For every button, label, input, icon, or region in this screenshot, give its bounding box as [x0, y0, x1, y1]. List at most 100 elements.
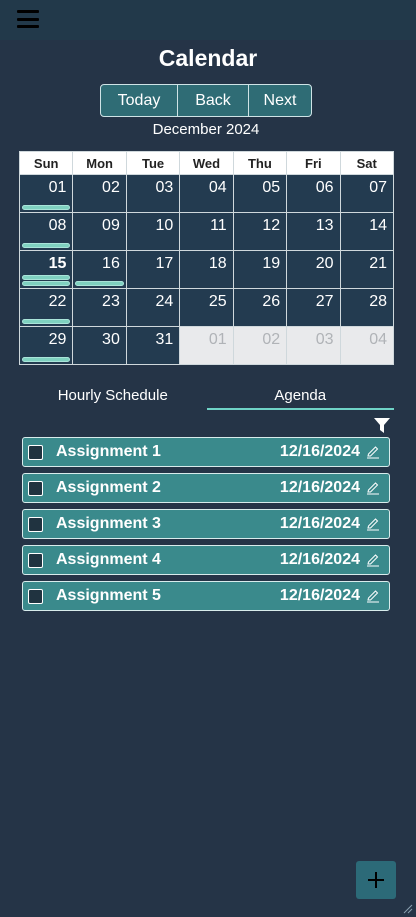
agenda-item[interactable]: Assignment 4 12/16/2024: [22, 545, 390, 575]
add-button[interactable]: [356, 861, 396, 899]
day-number: 04: [369, 331, 387, 348]
day-number: 03: [155, 179, 174, 196]
pencil-icon[interactable]: [366, 517, 380, 531]
calendar-day[interactable]: 09: [72, 212, 127, 251]
day-number: 10: [155, 217, 174, 234]
view-tabs: Hourly Schedule Agenda: [19, 383, 394, 410]
calendar-day[interactable]: 11: [179, 212, 234, 251]
calendar-day[interactable]: 14: [339, 212, 395, 251]
filter-icon[interactable]: [374, 418, 390, 434]
event-indicator[interactable]: [22, 205, 71, 210]
assignment-checkbox[interactable]: [28, 480, 43, 496]
event-indicator[interactable]: [22, 357, 71, 362]
calendar-day[interactable]: 02: [72, 174, 127, 213]
calendar-day[interactable]: 27: [286, 288, 341, 327]
assignment-checkbox[interactable]: [28, 516, 43, 532]
calendar-week: 29 30 31 01 02 03 04: [18, 326, 395, 365]
day-number: 07: [369, 179, 387, 196]
calendar-day-other-month[interactable]: 03: [286, 326, 341, 365]
day-number: 05: [262, 179, 281, 196]
day-number: 24: [155, 293, 174, 310]
calendar-day[interactable]: 23: [72, 288, 127, 327]
day-number: 20: [315, 255, 334, 272]
assignment-checkbox[interactable]: [28, 552, 43, 568]
calendar-day[interactable]: 20: [286, 250, 341, 289]
calendar-day[interactable]: 26: [232, 288, 288, 327]
event-indicator[interactable]: [75, 281, 124, 286]
calendar-day[interactable]: 25: [179, 288, 234, 327]
calendar-day[interactable]: 04: [179, 174, 234, 213]
calendar-day[interactable]: 07: [339, 174, 395, 213]
pencil-icon[interactable]: [366, 589, 380, 603]
day-number: 03: [315, 331, 334, 348]
hamburger-icon[interactable]: [17, 10, 39, 28]
day-number: 28: [369, 293, 387, 310]
calendar-day[interactable]: 03: [125, 174, 181, 213]
day-number: 29: [48, 331, 67, 348]
agenda-item[interactable]: Assignment 1 12/16/2024: [22, 437, 390, 467]
calendar-day-today[interactable]: 15: [18, 250, 74, 289]
calendar-day[interactable]: 13: [286, 212, 341, 251]
calendar-day[interactable]: 05: [232, 174, 288, 213]
weekday-header: Thu: [232, 151, 288, 175]
calendar-day-other-month[interactable]: 01: [179, 326, 234, 365]
event-indicator[interactable]: [22, 281, 71, 286]
calendar-day-other-month[interactable]: 04: [339, 326, 395, 365]
agenda-item[interactable]: Assignment 5 12/16/2024: [22, 581, 390, 611]
pencil-icon[interactable]: [366, 445, 380, 459]
next-button[interactable]: Next: [248, 85, 311, 116]
day-number: 25: [208, 293, 227, 310]
calendar-day[interactable]: 19: [232, 250, 288, 289]
assignment-name: Assignment 3: [56, 515, 161, 532]
assignment-checkbox[interactable]: [28, 444, 43, 460]
calendar-day[interactable]: 10: [125, 212, 181, 251]
day-number: 01: [208, 331, 227, 348]
day-number: 09: [102, 217, 120, 234]
pencil-icon[interactable]: [366, 553, 380, 567]
weekday-header: Sat: [339, 151, 395, 175]
calendar-day[interactable]: 08: [18, 212, 74, 251]
calendar-day[interactable]: 17: [125, 250, 181, 289]
calendar-day[interactable]: 29: [18, 326, 74, 365]
day-number: 15: [48, 255, 67, 272]
event-indicator[interactable]: [22, 319, 71, 324]
tab-hourly-schedule[interactable]: Hourly Schedule: [19, 383, 207, 410]
calendar-day[interactable]: 06: [286, 174, 341, 213]
agenda-item[interactable]: Assignment 2 12/16/2024: [22, 473, 390, 503]
pencil-icon[interactable]: [366, 481, 380, 495]
day-number: 13: [315, 217, 334, 234]
day-number: 19: [262, 255, 281, 272]
calendar-day[interactable]: 18: [179, 250, 234, 289]
weekday-header: Fri: [286, 151, 341, 175]
calendar-nav: Today Back Next: [100, 84, 312, 117]
calendar-day[interactable]: 21: [339, 250, 395, 289]
event-indicator[interactable]: [22, 243, 71, 248]
calendar-day[interactable]: 22: [18, 288, 74, 327]
calendar-day-other-month[interactable]: 02: [232, 326, 288, 365]
back-button[interactable]: Back: [177, 85, 248, 116]
assignment-date: 12/16/2024: [279, 587, 360, 604]
assignment-name: Assignment 1: [56, 443, 161, 460]
calendar-day[interactable]: 30: [72, 326, 127, 365]
calendar-week: 15 16 17 18 19 20 21: [18, 250, 395, 289]
calendar-day[interactable]: 16: [72, 250, 127, 289]
tab-agenda[interactable]: Agenda: [206, 383, 394, 410]
calendar-day[interactable]: 31: [125, 326, 181, 365]
calendar-week: 01 02 03 04 05 06 07: [18, 174, 395, 213]
calendar-day[interactable]: 12: [232, 212, 288, 251]
agenda-item[interactable]: Assignment 3 12/16/2024: [22, 509, 390, 539]
event-indicator[interactable]: [22, 275, 71, 280]
calendar-day[interactable]: 01: [18, 174, 74, 213]
calendar-day[interactable]: 24: [125, 288, 181, 327]
assignment-name: Assignment 5: [56, 587, 161, 604]
today-button[interactable]: Today: [101, 85, 177, 116]
day-number: 30: [102, 331, 120, 348]
day-number: 26: [262, 293, 281, 310]
day-number: 02: [102, 179, 120, 196]
resize-grip-icon[interactable]: [401, 902, 413, 914]
assignment-date: 12/16/2024: [279, 479, 360, 496]
day-number: 01: [48, 179, 67, 196]
day-number: 17: [155, 255, 174, 272]
assignment-checkbox[interactable]: [28, 588, 43, 604]
calendar-day[interactable]: 28: [339, 288, 395, 327]
